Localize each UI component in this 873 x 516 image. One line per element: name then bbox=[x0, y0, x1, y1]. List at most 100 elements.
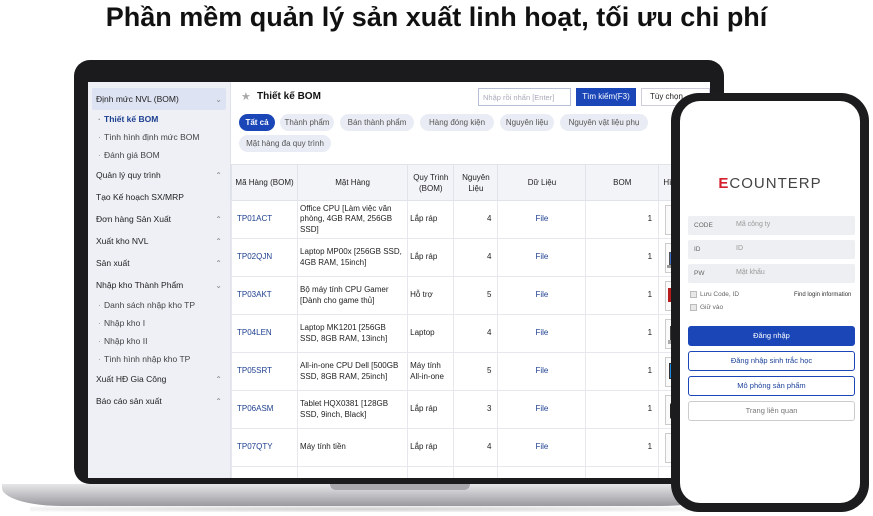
tab-raw-material[interactable]: Nguyên liệu bbox=[500, 114, 554, 131]
chevron-icon[interactable]: ⌃ bbox=[215, 375, 222, 384]
demo-button[interactable]: Mô phỏng sản phẩm bbox=[688, 376, 855, 396]
table-row[interactable]: TP07QTY Máy tính tiền Lắp ráp 4 File 1 bbox=[231, 428, 701, 467]
cell-materials: 5 bbox=[453, 352, 499, 391]
topbar: ★ Thiết kế BOM Tìm kiếm(F3) Tùy chọn bbox=[231, 82, 710, 112]
col-process[interactable]: Quy Trình (BOM) bbox=[407, 164, 455, 201]
sidebar-subitem[interactable]: · Đánh giá BOM bbox=[88, 146, 230, 164]
sidebar-subitem[interactable]: · Nhập kho I bbox=[88, 314, 230, 332]
cell-bom bbox=[585, 466, 660, 478]
col-data[interactable]: Dữ Liệu bbox=[497, 164, 587, 201]
biometric-login-button[interactable]: Đăng nhập sinh trắc học bbox=[688, 351, 855, 371]
cell-item: Laptop MK1201 [256GB SSD, 8GB RAM, 13inc… bbox=[297, 314, 409, 353]
sidebar-item[interactable]: Tạo Kế hoạch SX/MRP bbox=[88, 186, 230, 208]
tab-auxiliary-material[interactable]: Nguyên vật liệu phụ bbox=[560, 114, 648, 131]
sidebar-subitem[interactable]: · Nhập kho II bbox=[88, 332, 230, 350]
chevron-icon[interactable]: ⌃ bbox=[215, 397, 222, 406]
main-panel: ★ Thiết kế BOM Tìm kiếm(F3) Tùy chọn Tất… bbox=[231, 82, 710, 478]
chevron-icon[interactable]: ⌃ bbox=[215, 237, 222, 246]
table-row[interactable]: TP01ACT Office CPU [Làm việc văn phòng, 4… bbox=[231, 200, 701, 239]
cell-code[interactable]: TP05SRT bbox=[231, 352, 299, 391]
cell-process: Lắp ráp bbox=[407, 428, 455, 467]
table-header-row: Mã Hàng (BOM) Mặt Hàng Quy Trình (BOM) N… bbox=[231, 164, 701, 201]
sidebar-item[interactable]: Xuất kho NVL ⌃ bbox=[88, 230, 230, 252]
chevron-icon[interactable]: ⌃ bbox=[215, 215, 222, 224]
sidebar-item[interactable]: Báo cáo sản xuất ⌃ bbox=[88, 390, 230, 412]
tab-multi-process[interactable]: Mặt hàng đa quy trình bbox=[239, 135, 331, 152]
cell-data-file[interactable] bbox=[497, 466, 587, 478]
sidebar-item[interactable]: Xuất HĐ Gia Công ⌃ bbox=[88, 368, 230, 390]
cell-code[interactable]: TP02QJN bbox=[231, 238, 299, 277]
cell-materials bbox=[453, 466, 499, 478]
table-row[interactable]: TP02QJN Laptop MP00x [256GB SSD, 4GB RAM,… bbox=[231, 238, 701, 277]
col-bom[interactable]: BOM bbox=[585, 164, 660, 201]
search-input[interactable] bbox=[478, 88, 571, 106]
sidebar-subitem[interactable]: · Danh sách nhập kho TP bbox=[88, 296, 230, 314]
related-pages-button[interactable]: Trang liên quan bbox=[688, 401, 855, 421]
cell-data-file[interactable]: File bbox=[497, 428, 587, 467]
cell-data-file[interactable]: File bbox=[497, 390, 587, 429]
table-row[interactable]: TP04LEN Laptop MK1201 [256GB SSD, 8GB RAM… bbox=[231, 314, 701, 353]
chevron-icon[interactable]: ⌃ bbox=[215, 259, 222, 268]
bom-table: Mã Hàng (BOM) Mặt Hàng Quy Trình (BOM) N… bbox=[231, 164, 701, 478]
col-item[interactable]: Mặt Hàng bbox=[297, 164, 409, 201]
cell-data-file[interactable]: File bbox=[497, 238, 587, 277]
cell-item: Tablet HQX0381 [128GB SSD, 9inch, Black] bbox=[297, 390, 409, 429]
tab-all[interactable]: Tất cả bbox=[239, 114, 275, 131]
cell-process: Lắp ráp bbox=[407, 390, 455, 429]
password-field[interactable]: PW Mật khẩu bbox=[688, 264, 855, 283]
cell-data-file[interactable]: File bbox=[497, 352, 587, 391]
cell-code[interactable]: TP03AKT bbox=[231, 276, 299, 315]
chevron-icon[interactable]: ⌃ bbox=[215, 171, 222, 180]
cell-bom: 1 bbox=[585, 428, 660, 467]
sidebar-subitem[interactable]: · Thiết kế BOM bbox=[88, 110, 230, 128]
cell-data-file[interactable]: File bbox=[497, 314, 587, 353]
cell-code[interactable] bbox=[231, 466, 299, 478]
sidebar-item[interactable]: Đơn hàng Sản Xuất ⌃ bbox=[88, 208, 230, 230]
cell-bom: 1 bbox=[585, 238, 660, 277]
cell-code[interactable]: TP06ASM bbox=[231, 390, 299, 429]
sidebar-item[interactable]: Định mức NVL (BOM) ⌄ bbox=[92, 88, 226, 110]
laptop-screen: Định mức NVL (BOM) ⌄ · Thiết kế BOM · Tình hì… bbox=[88, 82, 710, 478]
page-title: Thiết kế BOM bbox=[257, 91, 321, 102]
cell-item: Office CPU [Làm việc văn phòng, 4GB RAM,… bbox=[297, 200, 409, 239]
tab-semi-finished[interactable]: Bán thành phẩm bbox=[340, 114, 414, 131]
find-login-link[interactable]: Find login information bbox=[794, 292, 851, 298]
chevron-icon[interactable]: ⌄ bbox=[215, 95, 222, 104]
favorite-star-icon[interactable]: ★ bbox=[241, 90, 251, 103]
table-row[interactable]: TP03AKT Bộ máy tính CPU Gamer [Dành cho g… bbox=[231, 276, 701, 315]
headline: Phần mềm quản lý sản xuất linh hoạt, tối… bbox=[105, 2, 768, 32]
chevron-icon[interactable]: ⌄ bbox=[215, 281, 222, 290]
sidebar-item[interactable]: Sản xuất ⌃ bbox=[88, 252, 230, 274]
phone-screen: ECOUNTERP CODE Mã công ty ID ID PW Mật k… bbox=[680, 101, 860, 503]
cell-bom: 1 bbox=[585, 314, 660, 353]
tab-packaged[interactable]: Hàng đóng kiện bbox=[420, 114, 494, 131]
table-row[interactable]: TP06ASM Tablet HQX0381 [128GB SSD, 9inch,… bbox=[231, 390, 701, 429]
table-row[interactable]: TP05SRT All-in-one CPU Dell [500GB SSD, 8… bbox=[231, 352, 701, 391]
autosave-checkbox[interactable]: Giữ vào bbox=[690, 304, 723, 311]
cell-code[interactable]: TP07QTY bbox=[231, 428, 299, 467]
col-code[interactable]: Mã Hàng (BOM) bbox=[231, 164, 299, 201]
cell-materials: 5 bbox=[453, 276, 499, 315]
col-materials[interactable]: Nguyên Liệu bbox=[453, 164, 499, 201]
sidebar: Định mức NVL (BOM) ⌄ · Thiết kế BOM · Tình hì… bbox=[88, 82, 231, 478]
tab-finished-goods[interactable]: Thành phẩm bbox=[280, 114, 334, 131]
cell-materials: 4 bbox=[453, 200, 499, 239]
cell-materials: 3 bbox=[453, 390, 499, 429]
table-row[interactable]: GeForce 7800 GTX bbox=[231, 466, 701, 478]
cell-code[interactable]: TP04LEN bbox=[231, 314, 299, 353]
id-field[interactable]: ID ID bbox=[688, 240, 855, 259]
sidebar-subitem[interactable]: · Tình hình định mức BOM bbox=[88, 128, 230, 146]
cell-data-file[interactable]: File bbox=[497, 200, 587, 239]
ecount-logo: ECOUNTERP bbox=[718, 175, 822, 192]
login-button[interactable]: Đăng nhập bbox=[688, 326, 855, 346]
cell-process: Máy tính All-in-one bbox=[407, 352, 455, 391]
sidebar-item[interactable]: Nhập kho Thành Phẩm ⌄ bbox=[88, 274, 230, 296]
cell-data-file[interactable]: File bbox=[497, 276, 587, 315]
sidebar-subitem[interactable]: · Tình hình nhập kho TP bbox=[88, 350, 230, 368]
company-code-field[interactable]: CODE Mã công ty bbox=[688, 216, 855, 235]
cell-bom: 1 bbox=[585, 352, 660, 391]
save-code-checkbox[interactable]: Lưu Code, ID bbox=[690, 291, 739, 298]
sidebar-item[interactable]: Quản lý quy trình ⌃ bbox=[88, 164, 230, 186]
search-button[interactable]: Tìm kiếm(F3) bbox=[576, 88, 636, 106]
cell-code[interactable]: TP01ACT bbox=[231, 200, 299, 239]
